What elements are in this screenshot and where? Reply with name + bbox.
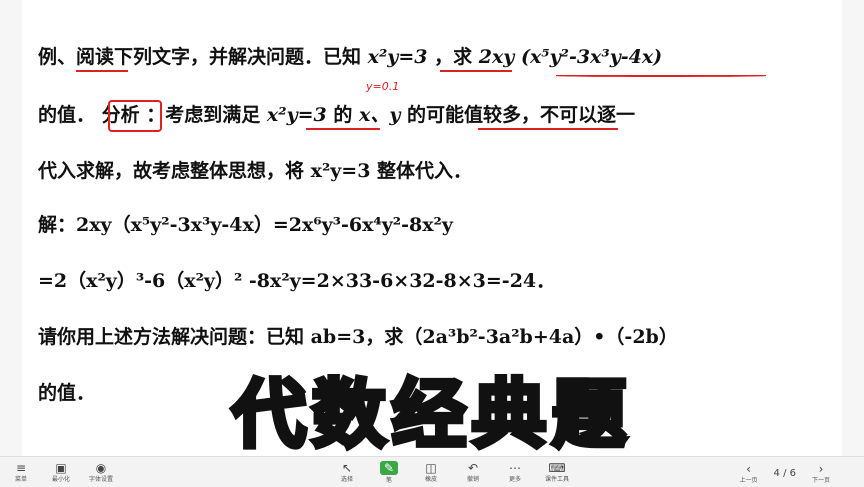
menu-button[interactable]: ≡ 菜单 [4, 459, 38, 485]
toolbox-icon: ⌨ [548, 460, 566, 475]
more-button[interactable]: ⋯ 更多 [498, 459, 532, 485]
toolbar-left: ≡ 菜单 ▣ 最小化 ◉ 字体设置 [4, 459, 118, 485]
courseware-tools-button[interactable]: ⌨ 课件工具 [540, 459, 574, 485]
prev-page-button[interactable]: ‹ 上一页 [732, 460, 766, 486]
next-page-button[interactable]: › 下一页 [804, 460, 838, 486]
more-icon: ⋯ [509, 460, 521, 475]
red-underline-expression [556, 75, 766, 77]
pen-icon: ✎ [379, 460, 399, 475]
red-underline-values [478, 128, 618, 130]
page-indicator: 4 / 6 [773, 467, 796, 479]
pen-tool[interactable]: ✎ 笔 [372, 459, 406, 485]
chevron-left-icon: ‹ [746, 461, 751, 476]
menu-icon: ≡ [15, 460, 27, 475]
handwritten-annotation: y=0.1 [366, 80, 400, 93]
font-settings-button[interactable]: ◉ 字体设置 [84, 459, 118, 485]
line-7: 的值． [38, 382, 96, 404]
chevron-right-icon: › [818, 461, 824, 476]
line-3: 代入求解，故考虑整体思想，将 x²y=3 整体代入． [38, 160, 473, 182]
red-underline-read [76, 70, 128, 72]
bottom-toolbar: ≡ 菜单 ▣ 最小化 ◉ 字体设置 ↖ 选择 ✎ 笔 ◫ 橡皮 ↶ 撤销 ⋯ 更… [0, 456, 864, 487]
eraser-tool[interactable]: ◫ 橡皮 [414, 459, 448, 485]
left-margin [0, 0, 22, 456]
right-margin [842, 0, 864, 456]
line-4: 解：2xy（x⁵y²-3x³y-4x）=2x⁶y³-6x⁴y²-8x²y [38, 214, 453, 236]
red-underline-condition-2 [306, 128, 380, 130]
minimize-button[interactable]: ▣ 最小化 [44, 459, 78, 485]
eraser-icon: ◫ [425, 460, 437, 475]
line-5: =2（x²y）³-6（x²y）² -8x²y=2×33-6×32-8×3=-24… [38, 270, 556, 292]
undo-icon: ↶ [467, 460, 479, 475]
line-1: 例、阅读下列文字，并解决问题．已知 x²y=3 ，求 2xy (x⁵y²-3x³… [38, 46, 663, 68]
minimize-icon: ▣ [55, 460, 67, 475]
overlay-title: 代数经典题 [230, 370, 632, 461]
select-tool[interactable]: ↖ 选择 [330, 459, 364, 485]
target-expression: 2xy (x⁵y²-3x³y-4x) [478, 46, 663, 68]
font-settings-icon: ◉ [95, 460, 107, 475]
undo-button[interactable]: ↶ 撤销 [456, 459, 490, 485]
line-6: 请你用上述方法解决问题：已知 ab=3，求（2a³b²-3a²b+4a）•（-2… [38, 326, 678, 348]
page-navigation: ‹ 上一页 4 / 6 › 下一页 [732, 460, 838, 486]
red-circle-analysis [108, 100, 162, 132]
red-underline-condition [440, 70, 512, 72]
cursor-icon: ↖ [341, 460, 353, 475]
toolbar-center: ↖ 选择 ✎ 笔 ◫ 橡皮 ↶ 撤销 ⋯ 更多 ⌨ 课件工具 [330, 459, 574, 485]
condition-x2y: x²y=3 [367, 46, 428, 68]
